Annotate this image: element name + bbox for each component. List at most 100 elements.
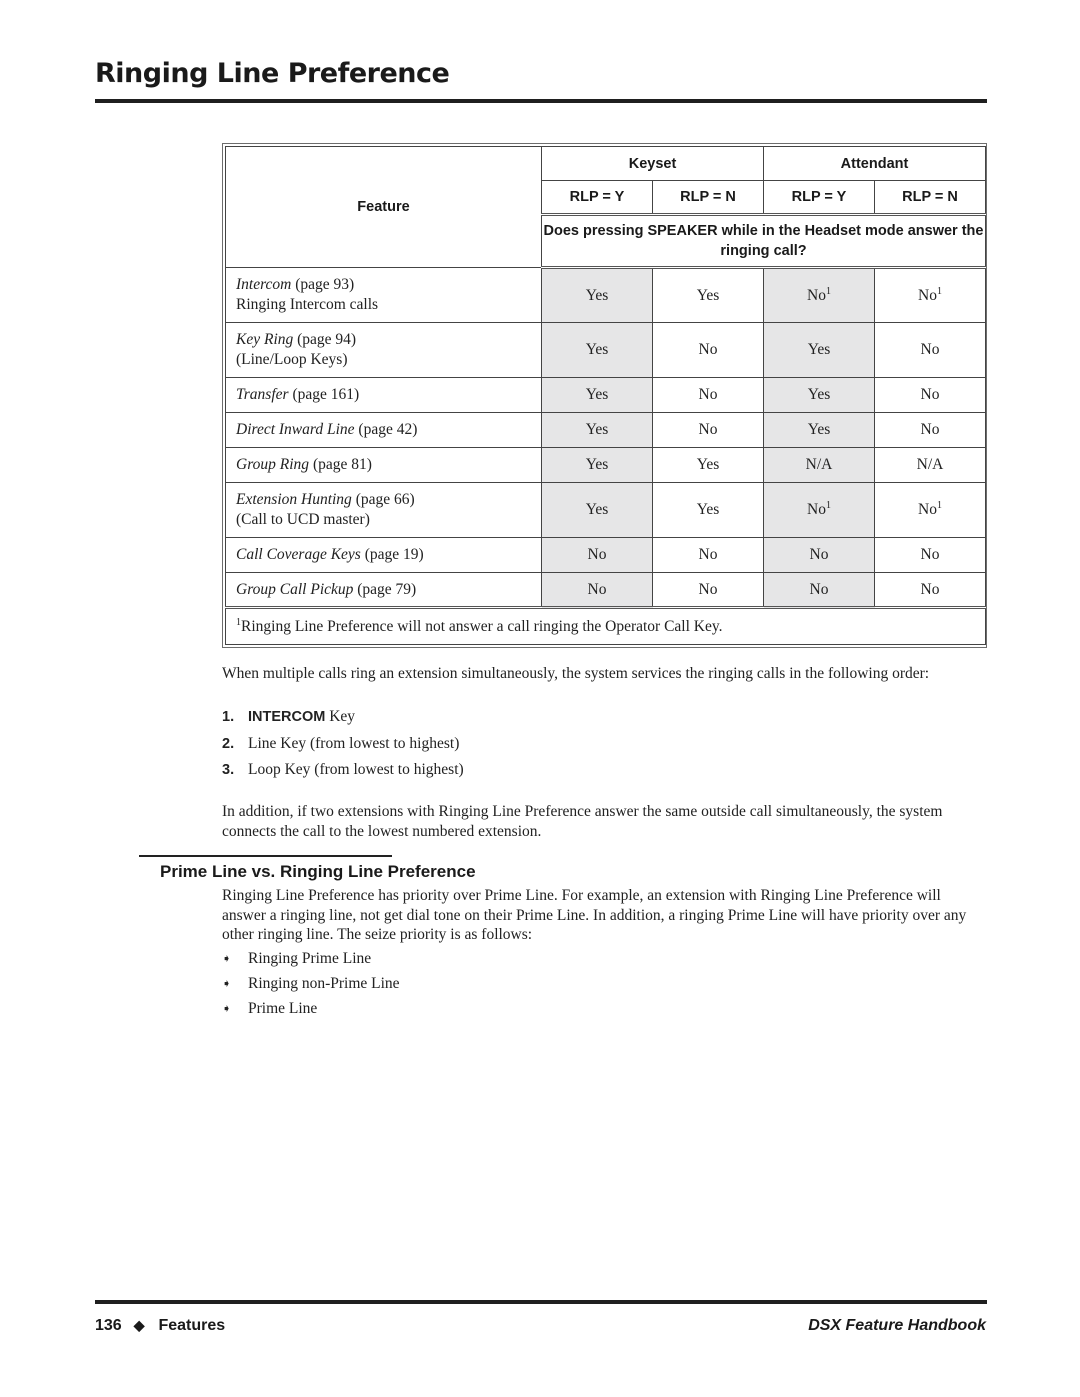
table-row: Group Ring (page 81) Yes Yes N/A N/A <box>225 447 987 483</box>
question-pre: Does pressing <box>543 223 648 239</box>
bullet-item: ➧ Ringing Prime Line <box>222 950 371 968</box>
value-cell: No <box>541 572 653 609</box>
value-text: Yes <box>585 386 609 403</box>
page-title: Ringing Line Preference <box>95 58 450 89</box>
value-cell: No <box>873 412 987 448</box>
order-number: 2. <box>222 736 235 752</box>
question-cell: Does pressing SPEAKER while in the Heads… <box>540 214 987 269</box>
value-cell: Yes <box>763 322 875 378</box>
value-cell: No <box>873 572 987 609</box>
value-text: No <box>587 580 607 598</box>
footnote-ref: 1 <box>825 285 831 297</box>
title-rule <box>95 99 987 103</box>
footnote-ref: 1 <box>936 285 942 297</box>
feature-header: Feature <box>225 146 542 268</box>
bullet-text: Ringing Prime Line <box>248 950 372 967</box>
value-cell: Yes <box>541 322 653 378</box>
value-text: No <box>920 421 940 438</box>
order-number: 1. <box>222 709 235 725</box>
feature-page-ref: (page 161) <box>288 386 360 403</box>
value-text: No <box>698 546 718 563</box>
value-cell: No <box>652 322 764 378</box>
value-cell: Yes <box>541 447 653 483</box>
feature-page-ref: (page 42) <box>354 421 418 438</box>
value-text: No <box>809 580 829 598</box>
value-cell: Yes <box>763 412 875 448</box>
table-row: Group Call Pickup (page 79) No No No No <box>225 572 987 609</box>
value-text: Yes <box>696 456 720 473</box>
feature-description: (Call to UCD master) <box>236 511 370 528</box>
value-cell: Yes <box>541 267 653 323</box>
value-cell: No <box>652 377 764 413</box>
value-text: Yes <box>585 456 609 473</box>
arrow-bullet-icon: ➧ <box>222 953 232 965</box>
diamond-icon: ◆ <box>133 1317 145 1333</box>
feature-page-ref: (page 94) <box>293 331 357 348</box>
book-title: DSX Feature Handbook <box>808 1317 986 1334</box>
value-text: No <box>807 286 826 304</box>
feature-table-frame: Feature Keyset Attendant RLP = Y RLP = N… <box>222 143 987 648</box>
value-text: N/A <box>916 456 944 473</box>
value-cell: Yes <box>541 377 653 413</box>
rlp-header: RLP = N <box>873 180 987 216</box>
value-text: No <box>698 386 718 403</box>
value-text: No <box>920 386 940 403</box>
order-text: Key <box>325 708 356 725</box>
rlp-header: RLP = Y <box>541 180 653 216</box>
order-number: 3. <box>222 762 235 778</box>
value-text: Yes <box>807 421 831 438</box>
value-text: No <box>698 421 718 438</box>
value-text: Yes <box>585 341 609 358</box>
bullet-text: Ringing non-Prime Line <box>248 975 400 992</box>
value-cell: No <box>763 537 875 573</box>
bullet-item: ➧ Ringing non-Prime Line <box>222 975 400 993</box>
feature-page-ref: (page 19) <box>360 546 424 563</box>
section-heading: Prime Line vs. Ringing Line Preference <box>160 862 476 881</box>
value-text: No <box>587 546 607 563</box>
value-text: No <box>918 286 937 304</box>
order-item-2: 2. Line Key (from lowest to highest) <box>222 735 459 753</box>
table-footnote: 1Ringing Line Preference will not answer… <box>224 607 987 645</box>
bullet-item: ➧ Prime Line <box>222 1000 317 1018</box>
order-text: Line Key (from lowest to highest) <box>248 735 460 752</box>
value-text: Yes <box>585 286 609 304</box>
table-row: Extension Hunting (page 66) (Call to UCD … <box>225 482 987 538</box>
feature-name: Key Ring <box>236 331 294 348</box>
value-cell: Yes <box>652 482 764 538</box>
footer-left: 136 ◆ Features <box>95 1317 225 1335</box>
value-text: Yes <box>807 386 831 403</box>
bullet-text: Prime Line <box>248 1000 318 1017</box>
feature-page-ref: (page 79) <box>353 580 417 598</box>
footnote-text: Ringing Line Preference will not answer … <box>241 617 723 635</box>
feature-name: Intercom <box>236 276 292 293</box>
feature-cell: Transfer (page 161) <box>225 377 542 413</box>
feature-table: Feature Keyset Attendant RLP = Y RLP = N… <box>224 146 987 645</box>
value-cell: No <box>873 537 987 573</box>
value-cell: Yes <box>541 482 653 538</box>
value-cell: No1 <box>873 482 987 538</box>
table-row: Call Coverage Keys (page 19) No No No No <box>225 537 987 573</box>
section-paragraph: Ringing Line Preference has priority ove… <box>222 887 967 943</box>
value-cell: No <box>652 412 764 448</box>
group-header-attendant: Attendant <box>762 146 987 181</box>
value-cell: No <box>763 572 875 609</box>
feature-name: Group Call Pickup <box>236 580 354 598</box>
table-body: Intercom (page 93) Ringing Intercom calls… <box>225 267 987 609</box>
addition-paragraph: In addition, if two extensions with Ring… <box>222 803 943 840</box>
value-text: No <box>698 341 718 358</box>
value-text: No <box>920 546 940 563</box>
feature-name: Extension Hunting <box>236 491 352 508</box>
feature-name: Call Coverage Keys <box>236 546 361 563</box>
value-cell: No1 <box>763 267 875 323</box>
value-cell: Yes <box>541 412 653 448</box>
value-text: No <box>807 501 826 518</box>
value-cell: No <box>873 377 987 413</box>
feature-cell: Extension Hunting (page 66) (Call to UCD … <box>225 482 542 538</box>
footer-rule <box>95 1300 987 1304</box>
footnote-ref: 1 <box>825 500 831 511</box>
value-text: Yes <box>696 501 720 518</box>
feature-cell: Direct Inward Line (page 42) <box>225 412 542 448</box>
speaker-key-label: SPEAKER <box>647 223 718 239</box>
feature-name: Group Ring <box>236 456 310 473</box>
feature-cell: Group Call Pickup (page 79) <box>225 572 542 609</box>
